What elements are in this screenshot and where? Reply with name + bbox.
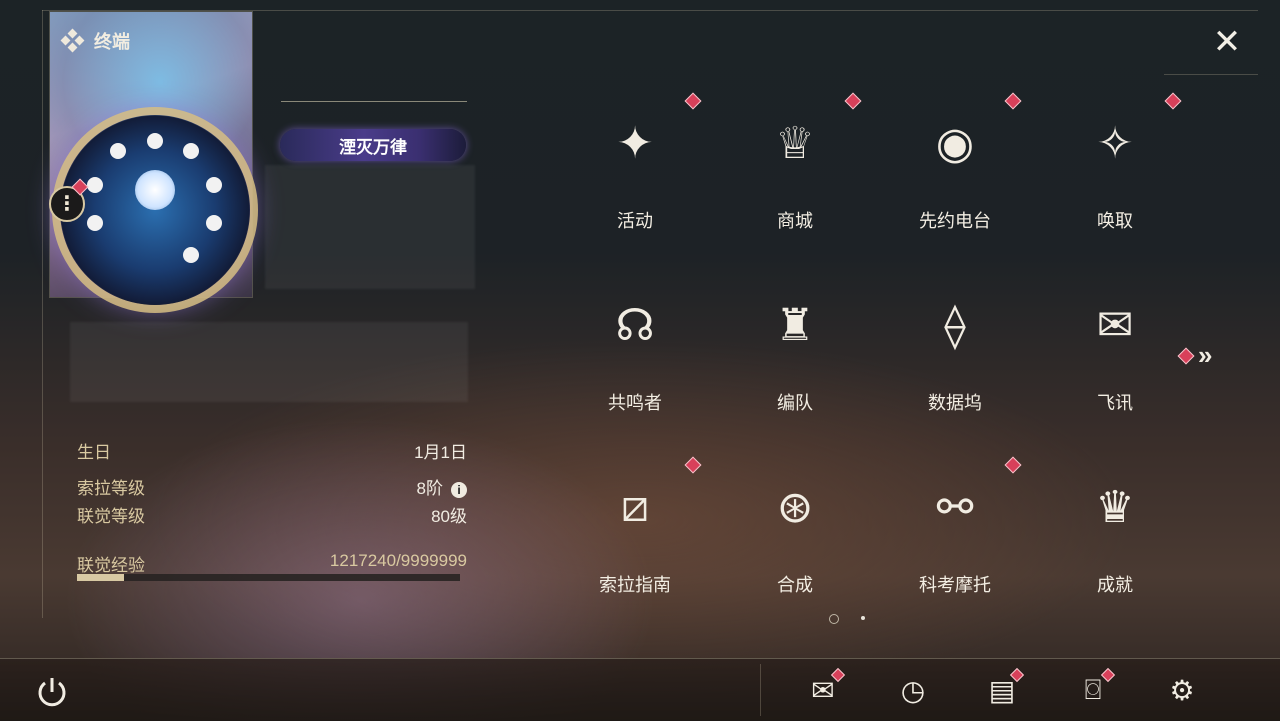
notification-badge: [844, 92, 862, 110]
menu-tile-10[interactable]: ⚯ 科考摩托: [875, 456, 1035, 611]
menu-tile-7[interactable]: ✉ 飞讯: [1035, 279, 1195, 429]
more-dots-icon: ⋮: [57, 193, 77, 215]
message-icon: ✉: [1096, 300, 1134, 350]
moon-phase-dot: [87, 215, 103, 231]
honor-title-text: 湮灭万律: [339, 137, 407, 157]
moon-phase-dot: [87, 177, 103, 193]
menu-tile-5[interactable]: ♜ 编队: [715, 279, 875, 429]
menu-tile-label: 商城: [777, 211, 813, 231]
clock-icon: ◷: [900, 674, 926, 706]
terminal-diamond-icon: [60, 28, 85, 53]
notification-badge: [684, 456, 702, 474]
terminal-title: 终端: [94, 32, 130, 52]
guidebook-icon: ⧄: [621, 482, 649, 531]
power-icon[interactable]: [34, 674, 70, 710]
union-level-value: 80级: [431, 507, 467, 526]
top-frame-line: [42, 10, 1258, 11]
moon-phase-dot: [147, 133, 163, 149]
moon-phase-emblem: [60, 115, 250, 305]
menu-tile-label: 唤取: [1097, 211, 1133, 231]
moon-phase-dot: [110, 143, 126, 159]
union-exp-progress-fill: [77, 574, 124, 581]
signature-field[interactable]: [70, 322, 468, 402]
menu-tile-6[interactable]: ⟠ 数据坞: [875, 279, 1035, 429]
menu-tile-label: 成就: [1097, 575, 1133, 595]
resonator-icon: ☊: [615, 300, 655, 350]
notification-badge: [1004, 456, 1022, 474]
player-name-field: [265, 165, 475, 289]
menu-tile-0[interactable]: ✦ 活动: [555, 92, 715, 247]
right-frame-line: [1164, 74, 1258, 75]
union-level-label: 联觉等级: [77, 507, 145, 526]
menu-tile-11[interactable]: ♛ 成就: [1035, 461, 1195, 611]
event-icon: ✦: [616, 118, 654, 168]
clock-button[interactable]: ◷: [893, 672, 933, 708]
moon-phase-dot: [206, 177, 222, 193]
menu-tile-label: 科考摩托: [919, 575, 991, 595]
next-page-badge: [1177, 347, 1195, 364]
menu-tile-4[interactable]: ☊ 共鸣者: [555, 279, 715, 429]
notification-badge: [1164, 92, 1182, 110]
menu-tile-1[interactable]: ♕ 商城: [715, 92, 875, 247]
notification-badge: [684, 92, 702, 110]
settings-button[interactable]: ⚙: [1162, 672, 1202, 708]
menu-tile-2[interactable]: ◉ 先约电台: [875, 92, 1035, 247]
honor-title-badge[interactable]: 湮灭万律: [280, 129, 466, 161]
mail-icon: ✉: [811, 674, 835, 706]
convene-icon: ✧: [1096, 118, 1134, 168]
left-frame-line: [42, 10, 43, 618]
moon-phase-dot: [206, 215, 222, 231]
menu-tile-label: 合成: [777, 575, 813, 595]
page-indicator-dot-2[interactable]: [861, 616, 865, 620]
moon-phase-dot: [183, 143, 199, 159]
settings-gear-icon: ⚙: [1169, 674, 1195, 706]
motorcycle-icon: ⚯: [936, 482, 974, 532]
menu-tile-label: 数据坞: [928, 393, 982, 413]
menu-tile-8[interactable]: ⧄ 索拉指南: [555, 456, 715, 611]
union-exp-label: 联觉经验: [77, 556, 145, 575]
sola-level-row: 8阶 i: [417, 474, 467, 499]
menu-tile-label: 先约电台: [919, 211, 991, 231]
bottom-bar-divider: [760, 664, 761, 716]
synthesis-icon: ⊛: [776, 482, 814, 532]
union-exp-progress-bar: [77, 574, 460, 581]
menu-tile-9[interactable]: ⊛ 合成: [715, 461, 875, 611]
info-icon[interactable]: i: [451, 481, 467, 498]
menu-tile-label: 编队: [777, 393, 813, 413]
terminal-header: 终端: [60, 28, 130, 54]
team-chess-icon: ♜: [775, 300, 815, 350]
sola-level-value: 8阶: [416, 479, 443, 498]
mail-button[interactable]: ✉: [803, 667, 846, 708]
moon-center-icon: [135, 170, 175, 210]
trophy-icon: ♛: [1095, 482, 1135, 532]
notice-icon: ▤: [988, 674, 1016, 706]
union-exp-value: 1217240/9999999: [329, 551, 467, 570]
menu-tile-label: 飞讯: [1097, 393, 1133, 413]
birthday-label: 生日: [77, 443, 111, 462]
close-button[interactable]: ✕: [1207, 22, 1247, 62]
close-icon: ✕: [1212, 23, 1242, 61]
radio-icon: ◉: [935, 118, 975, 168]
shop-cart-icon: ♕: [775, 118, 815, 168]
page-indicator-dot-1[interactable]: [829, 614, 839, 624]
moon-phase-dot: [183, 247, 199, 263]
menu-tile-label: 索拉指南: [599, 575, 671, 595]
double-chevron-right-icon: »: [1198, 340, 1213, 370]
notification-badge: [1004, 92, 1022, 110]
camera-button[interactable]: ⌼: [1073, 667, 1116, 708]
sola-level-label: 索拉等级: [77, 479, 145, 498]
menu-tile-label: 活动: [617, 211, 653, 231]
notice-button[interactable]: ▤: [982, 667, 1025, 708]
birthday-value: 1月1日: [414, 443, 467, 462]
camera-icon: ⌼: [1084, 673, 1102, 705]
next-page-button[interactable]: »: [1177, 340, 1213, 371]
menu-tile-label: 共鸣者: [608, 393, 662, 413]
title-divider: [281, 101, 467, 102]
menu-tile-3[interactable]: ✧ 唤取: [1035, 92, 1195, 247]
data-bank-icon: ⟠: [944, 300, 966, 350]
